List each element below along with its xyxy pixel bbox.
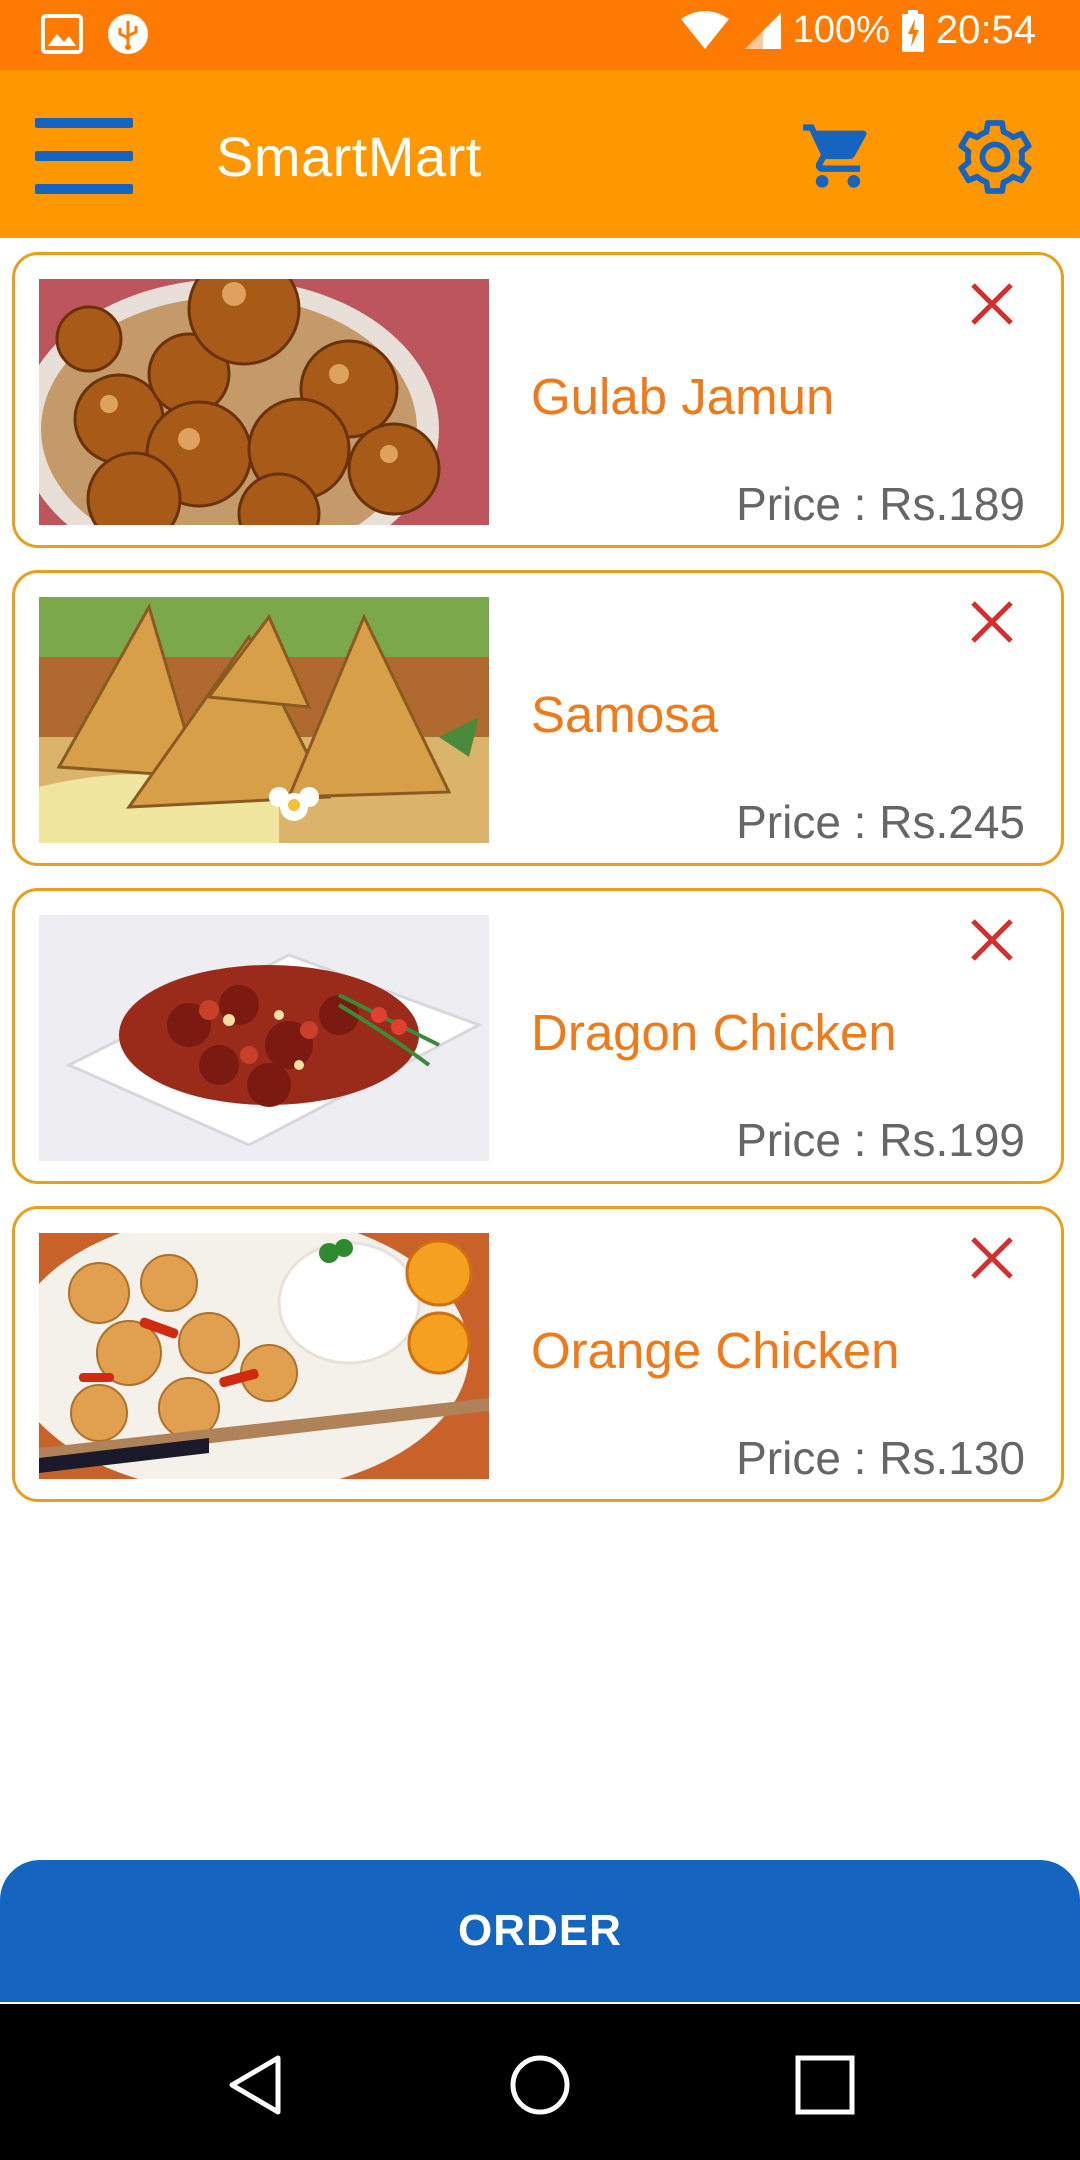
shopping-cart-icon[interactable] xyxy=(800,118,876,194)
gulab-jamun-photo xyxy=(39,279,489,525)
orange-chicken-photo xyxy=(39,1233,489,1479)
hamburger-menu-icon[interactable] xyxy=(35,118,133,194)
back-triangle-icon[interactable] xyxy=(220,2050,290,2120)
status-bar: 100% 20:54 xyxy=(0,0,1080,70)
home-circle-icon[interactable] xyxy=(505,2050,575,2120)
signal-icon xyxy=(744,12,781,49)
samosa-photo xyxy=(39,597,489,843)
cart-item-card[interactable]: Dragon Chicken Price : Rs.199 xyxy=(12,888,1064,1184)
recents-square-icon[interactable] xyxy=(790,2050,860,2120)
remove-item-close-icon[interactable] xyxy=(965,595,1019,649)
remove-item-close-icon[interactable] xyxy=(965,277,1019,331)
item-price: Price : Rs.189 xyxy=(736,478,1025,530)
system-navigation-bar xyxy=(0,2004,1080,2160)
remove-item-close-icon[interactable] xyxy=(965,1231,1019,1285)
item-name: Samosa xyxy=(531,686,719,743)
item-price: Price : Rs.245 xyxy=(736,796,1025,848)
battery-charging-icon xyxy=(901,9,924,52)
remove-item-close-icon[interactable] xyxy=(965,913,1019,967)
battery-percent: 100% xyxy=(792,9,890,51)
cart-item-card[interactable]: Orange Chicken Price : Rs.130 xyxy=(12,1206,1064,1502)
usb-icon xyxy=(108,14,148,54)
item-name: Gulab Jamun xyxy=(531,368,835,425)
clock: 20:54 xyxy=(935,8,1036,52)
app-bar: SmartMart xyxy=(0,70,1080,238)
image-icon xyxy=(41,14,83,54)
item-name: Orange Chicken xyxy=(531,1322,900,1379)
item-price: Price : Rs.199 xyxy=(736,1114,1025,1166)
gear-icon[interactable] xyxy=(952,114,1038,200)
dragon-chicken-photo xyxy=(39,915,489,1161)
wifi-icon xyxy=(680,10,729,49)
item-price: Price : Rs.130 xyxy=(736,1432,1025,1484)
app-title: SmartMart xyxy=(216,125,482,188)
order-button[interactable]: ORDER xyxy=(0,1860,1080,2002)
cart-item-card[interactable]: Samosa Price : Rs.245 xyxy=(12,570,1064,866)
cart-item-card[interactable]: Gulab Jamun Price : Rs.189 xyxy=(12,252,1064,548)
item-name: Dragon Chicken xyxy=(531,1004,897,1061)
